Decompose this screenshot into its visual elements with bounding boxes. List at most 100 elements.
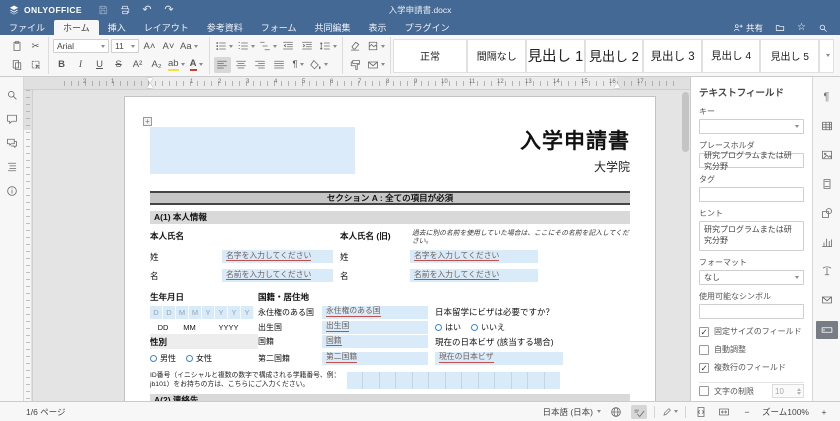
- style-gallery-expand-button[interactable]: [819, 39, 834, 73]
- chart-settings-button[interactable]: [818, 234, 836, 250]
- shape-settings-button[interactable]: [818, 205, 836, 221]
- align-center-button[interactable]: [233, 57, 250, 73]
- surname-field[interactable]: 名字を入力してください: [222, 250, 333, 263]
- style-heading-4[interactable]: 見出し 4: [702, 39, 761, 73]
- mailmerge-settings-button[interactable]: [818, 292, 836, 308]
- numbered-list-button[interactable]: [236, 38, 256, 54]
- font-name-select[interactable]: Arial: [53, 39, 109, 53]
- justify-button[interactable]: [271, 57, 288, 73]
- allowed-symbols-input[interactable]: [699, 304, 804, 319]
- cut-button[interactable]: ✂: [27, 38, 44, 54]
- fit-page-button[interactable]: [693, 405, 709, 419]
- image-settings-button[interactable]: [818, 147, 836, 163]
- old-given-name-field[interactable]: 名前を入力してください: [410, 269, 538, 282]
- tab-file[interactable]: ファイル: [0, 20, 54, 35]
- page-color-button[interactable]: [366, 38, 386, 54]
- bold-button[interactable]: B: [53, 57, 70, 73]
- copy-button[interactable]: [8, 57, 25, 73]
- share-button[interactable]: 共有: [733, 22, 763, 34]
- visa-no-radio[interactable]: [471, 324, 478, 331]
- nonprinting-characters-button[interactable]: ¶: [290, 57, 307, 73]
- left-indent-marker[interactable]: [147, 83, 153, 88]
- copy-style-button[interactable]: [347, 57, 364, 73]
- navigation-button[interactable]: [4, 159, 19, 174]
- char-limit-spinner[interactable]: 10: [772, 384, 804, 398]
- right-indent-marker[interactable]: [614, 83, 620, 88]
- undo-button[interactable]: ↶: [136, 3, 158, 17]
- char-limit-checkbox[interactable]: [699, 386, 709, 396]
- track-changes-button[interactable]: [662, 405, 678, 419]
- underline-button[interactable]: U: [91, 57, 108, 73]
- birth-country-field[interactable]: 出生国: [322, 321, 428, 334]
- bullet-list-button[interactable]: [214, 38, 234, 54]
- fixed-size-checkbox[interactable]: ✓: [699, 327, 709, 337]
- about-button[interactable]: [4, 183, 19, 198]
- tab-layout[interactable]: レイアウト: [135, 20, 198, 35]
- tab-home[interactable]: ホーム: [54, 20, 99, 35]
- dob-date-field[interactable]: D D M M Y Y Y Y: [150, 306, 254, 319]
- clear-style-button[interactable]: [347, 38, 364, 54]
- shading-button[interactable]: [309, 57, 329, 73]
- chat-button[interactable]: [4, 135, 19, 150]
- set-language-button[interactable]: [608, 405, 624, 419]
- textart-settings-button[interactable]: [818, 263, 836, 279]
- style-normal[interactable]: 正常: [393, 39, 468, 73]
- perm-residence-field[interactable]: 永住権のある国: [322, 306, 428, 319]
- paste-button[interactable]: [8, 38, 25, 54]
- page-number-indicator[interactable]: 1/6 ページ: [26, 406, 66, 418]
- tab-collaboration[interactable]: 共同編集: [306, 20, 360, 35]
- placeholder-input[interactable]: 研究プログラムまたは研究分野: [699, 153, 804, 168]
- style-heading-1[interactable]: 見出し 1: [526, 39, 585, 73]
- multiline-checkbox[interactable]: ✓: [699, 363, 709, 373]
- open-file-location-icon[interactable]: [775, 23, 785, 33]
- mail-merge-button[interactable]: [366, 57, 386, 73]
- zoom-level-indicator[interactable]: ズーム100%: [762, 406, 809, 418]
- save-button[interactable]: [92, 3, 114, 17]
- font-color-button[interactable]: A: [188, 57, 205, 73]
- tab-references[interactable]: 参考資料: [198, 20, 252, 35]
- subscript-button[interactable]: A₂: [148, 57, 165, 73]
- increase-font-button[interactable]: A˄: [141, 38, 158, 54]
- comments-button[interactable]: [4, 111, 19, 126]
- highlight-color-button[interactable]: ab: [167, 57, 186, 73]
- decrease-font-button[interactable]: A˅: [160, 38, 177, 54]
- style-no-spacing[interactable]: 間隔なし: [467, 39, 526, 73]
- gender-male-radio[interactable]: [150, 355, 157, 362]
- fit-width-button[interactable]: [716, 405, 732, 419]
- given-name-field[interactable]: 名前を入力してください: [222, 269, 333, 282]
- paragraph-settings-button[interactable]: ¶: [818, 89, 836, 105]
- zoom-in-button[interactable]: +: [816, 405, 832, 419]
- tab-plugins[interactable]: プラグイン: [396, 20, 459, 35]
- nationality-field[interactable]: 国籍: [322, 335, 428, 348]
- form-settings-button[interactable]: [816, 321, 838, 339]
- style-heading-5[interactable]: 見出し 5: [760, 39, 819, 73]
- decrease-indent-button[interactable]: [280, 38, 297, 54]
- font-size-select[interactable]: 11: [111, 39, 139, 53]
- document-language-select[interactable]: 日本語 (日本): [542, 406, 601, 418]
- favorite-star-icon[interactable]: ☆: [797, 23, 806, 33]
- table-settings-button[interactable]: [818, 118, 836, 134]
- change-case-button[interactable]: Aa: [179, 38, 199, 54]
- redo-button[interactable]: ↷: [158, 3, 180, 17]
- tab-forms[interactable]: フォーム: [252, 20, 306, 35]
- align-left-button[interactable]: [214, 57, 231, 73]
- tab-insert[interactable]: 挿入: [99, 20, 135, 35]
- format-select[interactable]: なし: [699, 270, 804, 285]
- multilevel-list-button[interactable]: [258, 38, 278, 54]
- strikethrough-button[interactable]: S: [110, 57, 127, 73]
- gender-female-radio[interactable]: [186, 355, 193, 362]
- spell-check-button[interactable]: [631, 405, 647, 419]
- increase-indent-button[interactable]: [299, 38, 316, 54]
- scrollbar-thumb[interactable]: [682, 92, 689, 152]
- document-page[interactable]: + 入学申請書 大学院 セクション A : 全ての項目が必須 A(1) 本人情報…: [125, 97, 655, 401]
- old-surname-field[interactable]: 名字を入力してください: [410, 250, 538, 263]
- tip-input[interactable]: 研究プログラムまたは研究分野: [699, 221, 804, 251]
- italic-button[interactable]: I: [72, 57, 89, 73]
- tag-input[interactable]: [699, 187, 804, 202]
- tab-view[interactable]: 表示: [360, 20, 396, 35]
- visa-yes-radio[interactable]: [435, 324, 442, 331]
- style-heading-3[interactable]: 見出し 3: [643, 39, 702, 73]
- style-heading-2[interactable]: 見出し 2: [585, 39, 644, 73]
- find-replace-button[interactable]: [4, 87, 19, 102]
- line-spacing-button[interactable]: [318, 38, 338, 54]
